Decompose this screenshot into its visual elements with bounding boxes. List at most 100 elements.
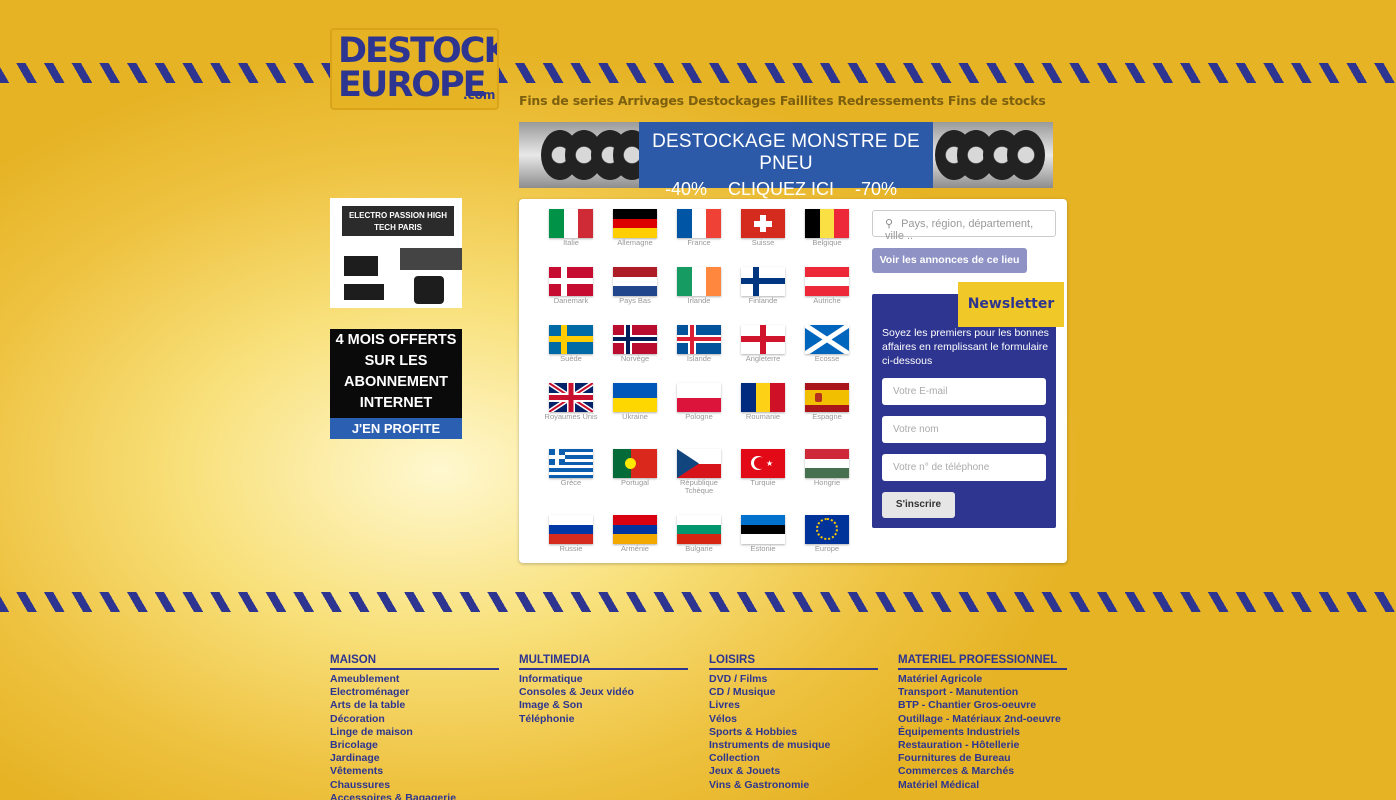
flag-norv-ge[interactable]: Norvège (603, 325, 667, 363)
flag-danemark[interactable]: Danemark (539, 267, 603, 305)
view-listings-button[interactable]: Voir les annonces de ce lieu (872, 248, 1027, 273)
flag-europe[interactable]: Europe (795, 515, 859, 553)
footer-link[interactable]: Outillage - Matériaux 2nd-oeuvre (898, 713, 1067, 726)
flag-turquie[interactable]: ★ Turquie (731, 449, 795, 487)
flag-ukraine[interactable]: Ukraine (603, 383, 667, 421)
flag-icon (549, 383, 593, 412)
flag-pologne[interactable]: Pologne (667, 383, 731, 421)
footer-link[interactable]: Téléphonie (519, 713, 688, 726)
flag-irlande[interactable]: Irlande (667, 267, 731, 305)
flag-label: Hongrie (813, 478, 841, 487)
flag-france[interactable]: France (667, 209, 731, 247)
footer-link[interactable]: Chaussures (330, 779, 499, 792)
flag-royaumes-unis[interactable]: Royaumes Unis (539, 383, 603, 421)
email-field[interactable]: Votre E-mail (882, 378, 1046, 405)
flag-icon (549, 515, 593, 544)
footer-link[interactable]: Arts de la table (330, 699, 499, 712)
footer-link[interactable]: Bricolage (330, 739, 499, 752)
flag-angleterre[interactable]: Angleterre (731, 325, 795, 363)
flag-label: Italie (563, 238, 579, 247)
name-field[interactable]: Votre nom (882, 416, 1046, 443)
flag-label: République Tchèque (680, 478, 718, 495)
footer-link[interactable]: Vins & Gastronomie (709, 779, 878, 792)
flag-icon (741, 325, 785, 354)
flag-label: Espagne (812, 412, 842, 421)
flag-label: Autriche (813, 296, 841, 305)
phone-field[interactable]: Votre n° de téléphone (882, 454, 1046, 481)
location-search-input[interactable]: ⚲ Pays, région, département, ville .. (872, 210, 1056, 242)
flag-icon (741, 209, 785, 238)
internet-offer-ad[interactable]: 4 MOIS OFFERTS SUR LES ABONNEMENT INTERN… (330, 329, 462, 439)
footer-link[interactable]: Livres (709, 699, 878, 712)
footer-link[interactable]: DVD / Films (709, 673, 878, 686)
banner-left-discount: -40% (665, 179, 708, 199)
flag-espagne[interactable]: Espagne (795, 383, 859, 421)
flag-autriche[interactable]: Autriche (795, 267, 859, 305)
flag-icon (549, 267, 593, 296)
flag-label: Suède (560, 354, 582, 363)
flag-su-de[interactable]: Suède (539, 325, 603, 363)
flag-belgique[interactable]: Belgique (795, 209, 859, 247)
flag-portugal[interactable]: Portugal (603, 449, 667, 487)
footer-link[interactable]: Décoration (330, 713, 499, 726)
footer-link[interactable]: Vélos (709, 713, 878, 726)
footer-link[interactable]: Instruments de musique (709, 739, 878, 752)
footer-link[interactable]: Accessoires & Bagagerie (330, 792, 499, 800)
electro-ad-title: ELECTRO PASSION HIGH TECH PARIS (342, 206, 454, 236)
footer-link[interactable]: Transport - Manutention (898, 686, 1067, 699)
footer-link[interactable]: CD / Musique (709, 686, 878, 699)
flag-russie[interactable]: Russie (539, 515, 603, 553)
flag-suisse[interactable]: Suisse (731, 209, 795, 247)
footer-link[interactable]: Équipements Industriels (898, 726, 1067, 739)
footer-link[interactable]: Image & Son (519, 699, 688, 712)
chip-icon (344, 284, 384, 300)
banner-cta: CLIQUEZ ICI (727, 179, 834, 199)
flag-arm-nie[interactable]: Arménie (603, 515, 667, 553)
flag-label: Russie (559, 544, 583, 553)
flag-label: Arménie (621, 544, 649, 553)
flag-bulgarie[interactable]: Bulgarie (667, 515, 731, 553)
footer-link[interactable]: Restauration - Hôtellerie (898, 739, 1067, 752)
footer-link[interactable]: Jardinage (330, 752, 499, 765)
flag-roumanie[interactable]: Roumanie (731, 383, 795, 421)
footer-link[interactable]: Fournitures de Bureau (898, 752, 1067, 765)
flag-italie[interactable]: Italie (539, 209, 603, 247)
footer-link[interactable]: Matériel Agricole (898, 673, 1067, 686)
subscribe-button[interactable]: S'inscrire (882, 492, 955, 518)
footer-link[interactable]: Matériel Médical (898, 779, 1067, 792)
flag-ecosse[interactable]: Ecosse (795, 325, 859, 363)
flag-finlande[interactable]: Finlande (731, 267, 795, 305)
flag-estonie[interactable]: Estonie (731, 515, 795, 553)
flag-gr-ce[interactable]: Grèce (539, 449, 603, 487)
flag-label: Pays Bas (619, 296, 651, 305)
tires-image-left (519, 122, 639, 188)
flag-r-publique-tch-que[interactable]: République Tchèque (667, 449, 731, 495)
flag-pays-bas[interactable]: Pays Bas (603, 267, 667, 305)
footer-link[interactable]: Vêtements (330, 765, 499, 778)
footer-link[interactable]: Jeux & Jouets (709, 765, 878, 778)
footer-link[interactable]: Linge de maison (330, 726, 499, 739)
tire-promo-banner[interactable]: DESTOCKAGE MONSTRE DE PNEU -40% CLIQUEZ … (519, 122, 1053, 199)
footer-link[interactable]: BTP - Chantier Gros-oeuvre (898, 699, 1067, 712)
main-card: Italie Allemagne France Suisse Belgique Danem… (519, 199, 1067, 563)
footer-link[interactable]: Commerces & Marchés (898, 765, 1067, 778)
flag-label: Ecosse (814, 354, 840, 363)
footer-link[interactable]: Informatique (519, 673, 688, 686)
footer-link[interactable]: Sports & Hobbies (709, 726, 878, 739)
footer-link[interactable]: Electroménager (330, 686, 499, 699)
banner-text-area: DESTOCKAGE MONSTRE DE PNEU -40% CLIQUEZ … (639, 122, 933, 199)
flag-allemagne[interactable]: Allemagne (603, 209, 667, 247)
site-logo[interactable]: DESTOCK EUROPE .com (330, 28, 499, 110)
flag-icon (677, 209, 721, 238)
footer-link[interactable]: Collection (709, 752, 878, 765)
flag-icon (805, 209, 849, 238)
logo-domain: .com (463, 88, 496, 102)
footer-link[interactable]: Consoles & Jeux vidéo (519, 686, 688, 699)
footer-column-title: MULTIMEDIA (519, 654, 688, 670)
flag-label: Allemagne (617, 238, 653, 247)
footer-link[interactable]: Ameublement (330, 673, 499, 686)
flag-islande[interactable]: Islande (667, 325, 731, 363)
ad2-line3: ABONNEMENT (344, 374, 448, 390)
flag-hongrie[interactable]: Hongrie (795, 449, 859, 487)
electro-passion-ad[interactable]: ELECTRO PASSION HIGH TECH PARIS (330, 198, 462, 308)
